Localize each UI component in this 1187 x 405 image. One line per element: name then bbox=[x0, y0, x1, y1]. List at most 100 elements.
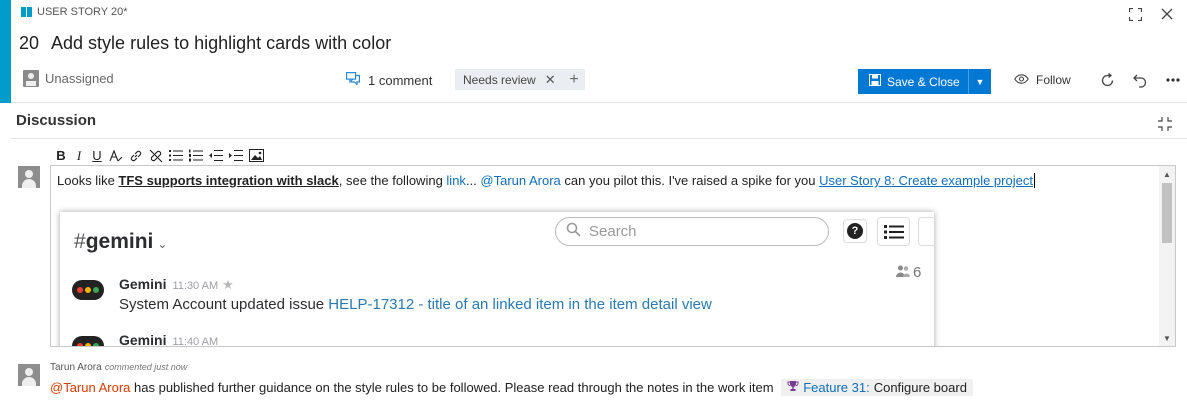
discussion-title: Discussion bbox=[16, 112, 97, 129]
work-item-type: USER STORY 20* bbox=[21, 6, 128, 18]
message-link: HELP-17312 - title of an linked item in … bbox=[328, 296, 712, 313]
comment-body: @Tarun Arora has published further guida… bbox=[50, 379, 973, 396]
message-header: Gemini 11:40 AM bbox=[119, 332, 219, 347]
work-item-chip[interactable]: Feature 31: Configure board bbox=[781, 379, 973, 396]
close-icon[interactable] bbox=[1159, 6, 1175, 22]
message-header: Gemini 11:30 AM ★ bbox=[119, 276, 234, 293]
channel-name: #gemini ⌄ bbox=[74, 230, 168, 253]
italic-button[interactable]: I bbox=[73, 148, 85, 164]
divider bbox=[11, 138, 1187, 139]
work-item-chip-title: Configure board bbox=[873, 380, 967, 395]
more-actions-icon[interactable] bbox=[1164, 71, 1182, 89]
message-author: Gemini bbox=[119, 332, 167, 347]
help-icon: ? bbox=[843, 219, 867, 243]
title-row: 20 Add style rules to highlight cards wi… bbox=[19, 33, 391, 54]
search-icon bbox=[566, 222, 581, 241]
maximize-icon[interactable] bbox=[1127, 6, 1143, 22]
message-text: System Account updated issue bbox=[119, 296, 329, 313]
editor-mention[interactable]: @Tarun Arora bbox=[480, 173, 560, 188]
comment-editor[interactable]: Looks like TFS supports integration with… bbox=[50, 165, 1176, 347]
scroll-down-icon[interactable]: ▼ bbox=[1159, 330, 1175, 346]
comment-count-label: 1 comment bbox=[368, 72, 433, 88]
message-author: Gemini bbox=[119, 276, 167, 292]
tag-needs-review[interactable]: Needs review ✕ bbox=[455, 69, 564, 90]
search-input: Search bbox=[555, 217, 829, 246]
editor-link[interactable]: link bbox=[446, 173, 466, 188]
link-icon[interactable] bbox=[129, 148, 143, 164]
highlight-icon[interactable] bbox=[109, 148, 123, 164]
window-controls bbox=[1127, 6, 1175, 22]
editor-text-segment: Looks like bbox=[57, 173, 119, 188]
avatar bbox=[18, 166, 40, 188]
meta-row: Unassigned 1 comment Needs review ✕ + Sa… bbox=[23, 68, 1187, 94]
insert-image-icon[interactable] bbox=[249, 148, 264, 164]
bold-button[interactable]: B bbox=[55, 148, 67, 164]
work-item-type-color-bar bbox=[0, 0, 11, 103]
tag-label: Needs review bbox=[463, 72, 536, 87]
editor-toolbar: B I U bbox=[55, 147, 264, 164]
work-item-header: USER STORY 20* 20 Add style rules to hig… bbox=[11, 0, 1187, 103]
numbered-list-icon[interactable] bbox=[189, 148, 203, 164]
book-icon bbox=[21, 7, 32, 17]
message-time: 11:30 AM bbox=[172, 280, 219, 292]
assignee-label: Unassigned bbox=[45, 71, 114, 86]
save-icon bbox=[869, 74, 881, 89]
channel-name-label: gemini bbox=[85, 230, 154, 253]
message-time: 11:40 AM bbox=[172, 336, 219, 347]
remove-tag-icon[interactable]: ✕ bbox=[545, 72, 556, 88]
avatar bbox=[23, 70, 39, 87]
bot-avatar bbox=[72, 280, 104, 300]
undo-icon[interactable] bbox=[1131, 71, 1149, 89]
unlink-icon[interactable] bbox=[149, 148, 163, 164]
member-count: 6 bbox=[896, 264, 921, 281]
list-icon bbox=[877, 217, 910, 246]
follow-label: Follow bbox=[1036, 73, 1071, 87]
comment-count-link[interactable]: 1 comment bbox=[346, 72, 432, 88]
text-caret bbox=[1033, 173, 1035, 188]
panel-toggle-icon bbox=[918, 217, 934, 246]
bot-avatar bbox=[72, 336, 104, 346]
comment-mention[interactable]: @Tarun Arora bbox=[50, 380, 130, 395]
editor-work-item-link[interactable]: User Story 8: Create example project bbox=[819, 173, 1033, 188]
members-icon bbox=[896, 264, 910, 281]
work-item-type-label: USER STORY 20* bbox=[37, 6, 128, 18]
editor-text-segment: , see the following bbox=[338, 173, 447, 188]
decrease-indent-icon[interactable] bbox=[209, 148, 223, 164]
refresh-icon[interactable] bbox=[1098, 71, 1116, 89]
embedded-screenshot: #gemini ⌄ Search ? 6 Gemini 11:30 AM ★ Syst… bbox=[60, 212, 934, 347]
work-item-title[interactable]: Add style rules to highlight cards with … bbox=[51, 33, 391, 54]
comment-text: has published further guidance on the st… bbox=[130, 380, 778, 395]
save-and-close-main[interactable]: Save & Close bbox=[858, 69, 968, 94]
assignee-picker[interactable]: Unassigned bbox=[23, 70, 114, 87]
editor-bold-text: TFS supports integration with slack bbox=[118, 173, 339, 188]
follow-button[interactable]: Follow bbox=[1014, 73, 1071, 87]
editor-text-segment: ... bbox=[465, 173, 481, 188]
comment-meta: Tarun Arora commented just now bbox=[50, 362, 187, 373]
add-tag-button[interactable]: + bbox=[563, 69, 585, 90]
scrollbar-thumb[interactable] bbox=[1162, 183, 1172, 243]
member-count-label: 6 bbox=[913, 264, 922, 281]
chevron-down-icon: ⌄ bbox=[157, 237, 168, 251]
trophy-icon bbox=[787, 380, 799, 395]
comment-timestamp: commented just now bbox=[104, 362, 188, 372]
star-icon: ★ bbox=[222, 277, 234, 292]
eye-icon bbox=[1014, 73, 1029, 87]
avatar bbox=[18, 364, 40, 386]
comment-author: Tarun Arora bbox=[50, 362, 102, 373]
scroll-up-icon[interactable]: ▲ bbox=[1159, 166, 1175, 182]
underline-button[interactable]: U bbox=[91, 148, 103, 164]
collapse-icon[interactable] bbox=[1157, 116, 1173, 132]
increase-indent-icon[interactable] bbox=[229, 148, 243, 164]
work-item-id: 20 bbox=[19, 33, 40, 53]
editor-text-segment: can you pilot this. I've raised a spike … bbox=[560, 173, 820, 188]
save-label: Save & Close bbox=[887, 74, 960, 89]
save-options-chevron-down-icon[interactable]: ▼ bbox=[968, 69, 991, 94]
save-and-close-button[interactable]: Save & Close ▼ bbox=[858, 69, 991, 94]
search-placeholder: Search bbox=[589, 223, 637, 240]
comment-icon bbox=[346, 72, 360, 88]
editor-content[interactable]: Looks like TFS supports integration with… bbox=[57, 173, 1035, 188]
work-item-chip-link[interactable]: Feature 31: bbox=[803, 380, 870, 395]
editor-scrollbar[interactable]: ▲ ▼ bbox=[1159, 166, 1175, 346]
message-body: System Account updated issue HELP-17312 … bbox=[119, 296, 712, 313]
bulleted-list-icon[interactable] bbox=[169, 148, 183, 164]
